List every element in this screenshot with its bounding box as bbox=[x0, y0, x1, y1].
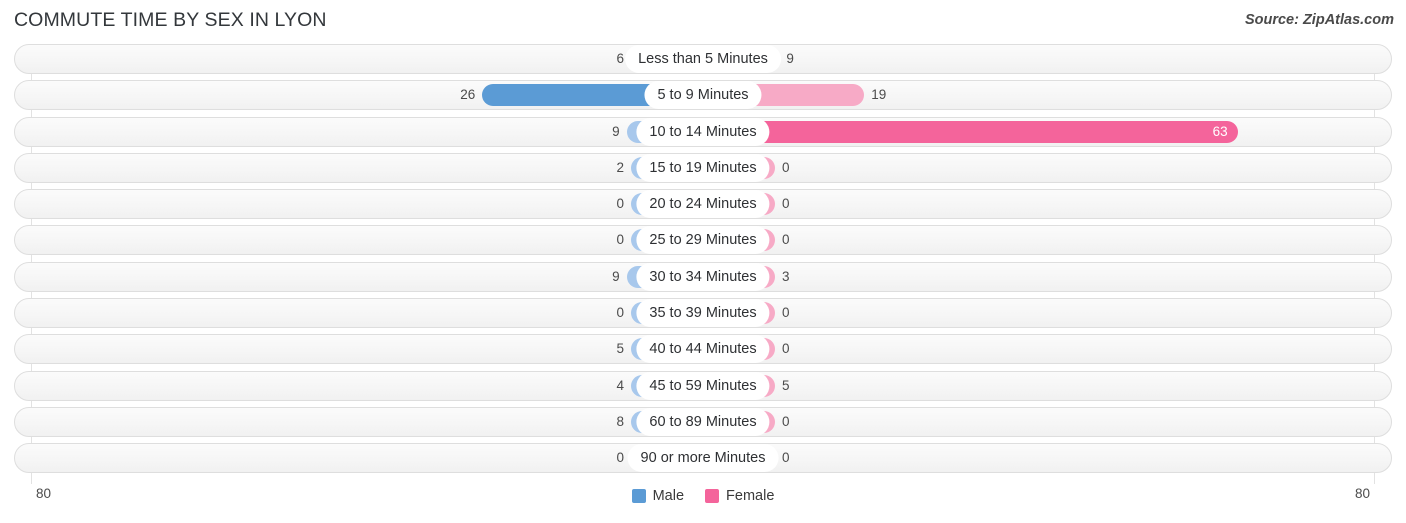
category-label-pill: 25 to 29 Minutes bbox=[636, 226, 770, 255]
bar-female[interactable] bbox=[703, 120, 1238, 143]
value-label-female: 19 bbox=[871, 87, 887, 103]
category-label-pill: 5 to 9 Minutes bbox=[644, 81, 762, 110]
chart-footer: 80 80 Male Female bbox=[0, 484, 1406, 523]
value-label-male: 4 bbox=[616, 377, 624, 393]
value-label-female: 3 bbox=[782, 268, 790, 284]
value-label-male: 5 bbox=[616, 341, 624, 357]
chart-legend: Male Female bbox=[0, 488, 1406, 504]
source-attribution: Source: ZipAtlas.com bbox=[1244, 12, 1394, 28]
bar-row[interactable]: 4 5 45 to 59 Minutes bbox=[14, 370, 1392, 401]
chart-plot-area: 6 9 Less than 5 Minutes 26 19 5 to 9 Minutes 9… bbox=[0, 44, 1406, 484]
value-label-female: 0 bbox=[782, 341, 790, 357]
category-label-pill: 45 to 59 Minutes bbox=[636, 371, 770, 400]
bar-row[interactable]: 2 0 15 to 19 Minutes bbox=[14, 152, 1392, 183]
category-label-pill: 35 to 39 Minutes bbox=[636, 299, 770, 328]
category-label-pill: 15 to 19 Minutes bbox=[636, 153, 770, 182]
value-label-female: 0 bbox=[782, 450, 790, 466]
value-label-female: 0 bbox=[782, 159, 790, 175]
value-label-female: 5 bbox=[782, 377, 790, 393]
page-title: COMMUTE TIME BY SEX IN LYON bbox=[14, 9, 327, 31]
bar-row[interactable]: 6 9 Less than 5 Minutes bbox=[14, 44, 1392, 74]
bar-row[interactable]: 0 0 20 to 24 Minutes bbox=[14, 189, 1392, 220]
value-label-male: 9 bbox=[612, 268, 620, 284]
category-label-pill: 40 to 44 Minutes bbox=[636, 335, 770, 364]
value-label-female: 9 bbox=[786, 51, 794, 66]
bar-row[interactable]: 8 0 60 to 89 Minutes bbox=[14, 406, 1392, 437]
value-label-male: 26 bbox=[460, 87, 476, 103]
category-label-pill: 90 or more Minutes bbox=[627, 444, 779, 473]
value-label-female: 0 bbox=[782, 232, 790, 248]
bar-row[interactable]: 0 0 25 to 29 Minutes bbox=[14, 225, 1392, 256]
category-label-pill: Less than 5 Minutes bbox=[625, 45, 781, 73]
value-label-male: 9 bbox=[612, 123, 620, 139]
legend-swatch-male bbox=[631, 489, 646, 503]
bar-row[interactable]: 0 0 35 to 39 Minutes bbox=[14, 298, 1392, 329]
category-label-pill: 20 to 24 Minutes bbox=[636, 190, 770, 219]
bar-rows-container: 6 9 Less than 5 Minutes 26 19 5 to 9 Minutes 9… bbox=[14, 44, 1392, 480]
category-label-pill: 60 to 89 Minutes bbox=[636, 407, 770, 436]
value-label-male: 2 bbox=[616, 159, 624, 175]
legend-label: Male bbox=[652, 488, 685, 504]
value-label-female: 0 bbox=[782, 413, 790, 429]
bar-row[interactable]: 26 19 5 to 9 Minutes bbox=[14, 80, 1392, 111]
legend-item-female[interactable]: Female bbox=[705, 488, 774, 504]
value-label-male: 0 bbox=[616, 196, 624, 212]
legend-label: Female bbox=[726, 488, 775, 504]
category-label-pill: 30 to 34 Minutes bbox=[636, 262, 770, 291]
value-label-male: 0 bbox=[616, 450, 624, 466]
value-label-male: 0 bbox=[616, 232, 624, 248]
value-label-male: 0 bbox=[616, 305, 624, 321]
bar-row[interactable]: 9 3 30 to 34 Minutes bbox=[14, 261, 1392, 292]
chart-header: COMMUTE TIME BY SEX IN LYON Source: ZipA… bbox=[0, 0, 1406, 38]
legend-swatch-female bbox=[705, 489, 720, 503]
bar-row[interactable]: 9 63 10 to 14 Minutes bbox=[14, 116, 1392, 147]
bar-row[interactable]: 0 0 90 or more Minutes bbox=[14, 443, 1392, 474]
legend-item-male[interactable]: Male bbox=[631, 488, 685, 504]
value-label-male: 8 bbox=[616, 413, 624, 429]
value-label-female: 0 bbox=[782, 196, 790, 212]
bar-row[interactable]: 5 0 40 to 44 Minutes bbox=[14, 334, 1392, 365]
value-label-female: 63 bbox=[1212, 123, 1228, 139]
value-label-male: 6 bbox=[616, 51, 624, 66]
value-label-female: 0 bbox=[782, 305, 790, 321]
category-label-pill: 10 to 14 Minutes bbox=[636, 117, 770, 146]
